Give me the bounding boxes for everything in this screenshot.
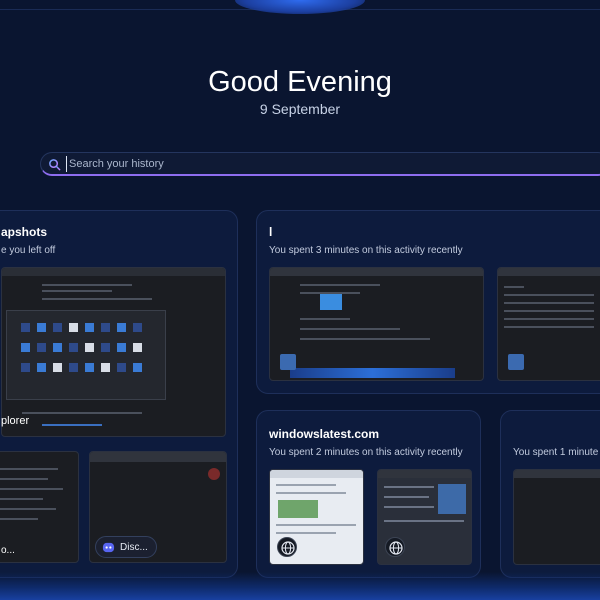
- discord-chip[interactable]: Disc...: [95, 536, 157, 558]
- search-input[interactable]: [66, 156, 586, 172]
- taskbar-glow: [0, 572, 600, 600]
- mini-app-label: o...: [1, 545, 15, 556]
- card-subtitle: You spent 1 minute o: [513, 447, 600, 458]
- search-sparkle-icon: [49, 159, 61, 171]
- card-subtitle: You spent 3 minutes on this activity rec…: [269, 245, 463, 256]
- discord-label: Disc...: [120, 542, 148, 553]
- card-subtitle: You spent 2 minutes on this activity rec…: [269, 447, 463, 458]
- activity-thumbnail-3[interactable]: [513, 469, 600, 565]
- card-title: apshots: [1, 225, 48, 239]
- card-title: windowslatest.com: [269, 427, 380, 441]
- app-label: plorer: [1, 415, 30, 427]
- discord-icon: [102, 542, 115, 553]
- activity-thumbnail[interactable]: [269, 267, 484, 381]
- search-bar[interactable]: [40, 152, 600, 176]
- windowslatest-card[interactable]: windowslatest.com You spent 2 minutes on…: [256, 410, 481, 578]
- activity-thumbnail-2[interactable]: [497, 267, 600, 381]
- top-glow: [235, 0, 365, 14]
- card-subtitle: e you left off: [1, 245, 56, 256]
- globe-icon: [385, 537, 405, 557]
- card-title: l: [269, 225, 273, 239]
- activity-card-2[interactable]: You spent 1 minute o: [500, 410, 600, 578]
- snapshot-thumbnail[interactable]: [1, 267, 226, 437]
- greeting-title: Good Evening: [208, 66, 392, 98]
- snapshots-card[interactable]: apshots e you left off plorer o...: [0, 210, 238, 578]
- date-label: 9 September: [259, 101, 341, 117]
- activity-card-1[interactable]: l You spent 3 minutes on this activity r…: [256, 210, 600, 394]
- globe-icon: [277, 537, 297, 557]
